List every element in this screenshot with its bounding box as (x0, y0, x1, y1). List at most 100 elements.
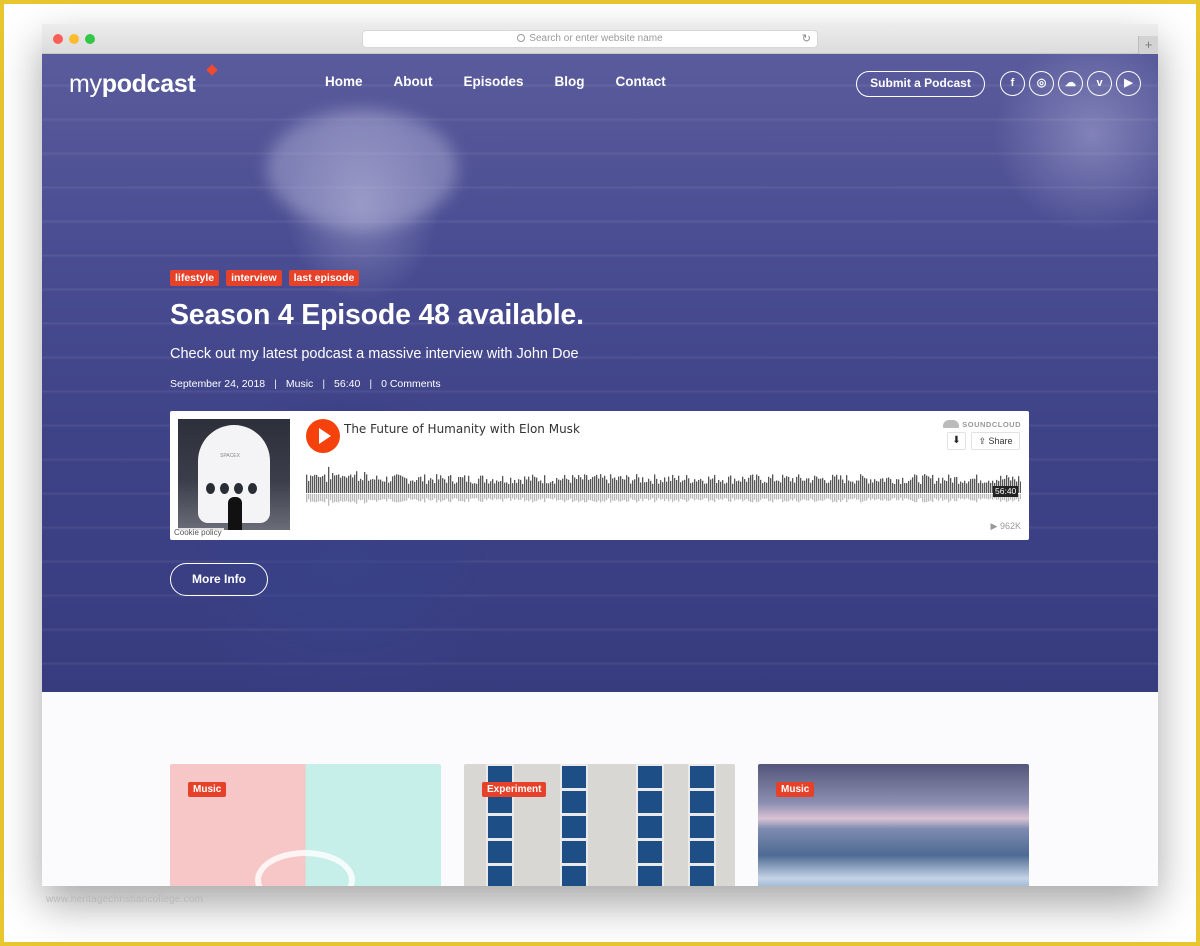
waveform-reflection-bar (582, 494, 584, 501)
minimize-window-button[interactable] (69, 34, 79, 44)
nav-home[interactable]: Home (325, 74, 363, 89)
waveform-reflection-bar (446, 494, 448, 499)
waveform-bar (578, 474, 580, 493)
waveform-bar (924, 474, 926, 493)
episode-card[interactable]: Music (758, 764, 1029, 886)
waveform-bar (538, 481, 540, 493)
waveform-reflection-bar (854, 494, 856, 499)
waveform-bar (412, 480, 414, 493)
new-tab-button[interactable]: + (1138, 36, 1158, 54)
nav-blog[interactable]: Blog (555, 74, 585, 89)
soundcloud-icon[interactable]: ☁ (1058, 71, 1083, 96)
waveform-bar (408, 483, 410, 493)
waveform-reflection-bar (602, 494, 604, 501)
waveform-reflection-bar (898, 494, 900, 501)
nav-episodes[interactable]: Episodes (464, 74, 524, 89)
waveform-bar (764, 481, 766, 493)
waveform-bar (540, 480, 542, 493)
waveform-bar (396, 474, 398, 493)
waveform-bar (618, 476, 620, 493)
nav-about[interactable]: About (394, 74, 433, 89)
waveform-bar (576, 479, 578, 493)
waveform-bar (522, 483, 524, 493)
vimeo-icon[interactable]: v (1087, 71, 1112, 96)
waveform-reflection-bar (456, 494, 458, 499)
waveform-bar (754, 480, 756, 493)
waveform-bar (928, 476, 930, 493)
tag-last-episode[interactable]: last episode (288, 270, 360, 286)
address-bar[interactable]: Search or enter website name ↻ (362, 30, 818, 48)
episode-card[interactable]: Experiment (464, 764, 735, 886)
waveform-reflection-bar (598, 494, 600, 501)
waveform-bar (394, 475, 396, 493)
waveform-reflection-bar (840, 494, 842, 502)
waveform-reflection-bar (542, 494, 544, 499)
waveform-bar (456, 482, 458, 493)
waveform-bar (762, 483, 764, 493)
waveform-bar (724, 483, 726, 493)
instagram-icon[interactable]: ◎ (1029, 71, 1054, 96)
track-title[interactable]: The Future of Humanity with Elon Musk (344, 422, 580, 436)
play-button[interactable] (306, 419, 340, 453)
waveform-reflection-bar (442, 494, 444, 501)
waveform-bar (678, 475, 680, 493)
download-button[interactable]: ⬇ (947, 432, 966, 450)
waveform-reflection-bar (726, 494, 728, 499)
waveform-bar (468, 475, 470, 493)
waveform-bar (530, 480, 532, 493)
card-tag[interactable]: Music (188, 782, 227, 797)
facebook-icon[interactable]: f (1000, 71, 1025, 96)
waveform-reflection-bar (972, 494, 974, 501)
waveform-bar (804, 480, 806, 493)
submit-podcast-button[interactable]: Submit a Podcast (856, 71, 985, 97)
waveform-bar (884, 481, 886, 493)
meta-comments[interactable]: 0 Comments (381, 378, 441, 390)
waveform-reflection-bar (1020, 494, 1021, 500)
waveform-reflection-bar (416, 494, 418, 500)
waveform-reflection-bar (762, 494, 764, 499)
waveform-reflection-bar (512, 494, 514, 499)
waveform-bar (848, 480, 850, 493)
waveform-bar (698, 479, 700, 493)
reload-icon[interactable]: ↻ (802, 31, 811, 47)
tag-interview[interactable]: interview (226, 270, 282, 286)
waveform-reflection-bar (610, 494, 612, 503)
more-info-button[interactable]: More Info (170, 563, 268, 596)
waveform-bar (346, 477, 348, 493)
share-button[interactable]: ⇪ Share (971, 432, 1020, 450)
youtube-icon[interactable]: ▶ (1116, 71, 1141, 96)
card-tag[interactable]: Experiment (482, 782, 547, 797)
waveform-bar (328, 466, 330, 493)
tag-lifestyle[interactable]: lifestyle (170, 270, 220, 286)
waveform-reflection-bar (944, 494, 946, 500)
cookie-policy-link[interactable]: Cookie policy (172, 528, 224, 537)
waveform-reflection-bar (810, 494, 812, 499)
waveform-reflection-bar (558, 494, 560, 501)
waveform-bar (670, 480, 672, 493)
nav-contact[interactable]: Contact (616, 74, 666, 89)
waveform-bar (876, 480, 878, 493)
waveform-reflection-bar (918, 494, 920, 499)
soundcloud-brand[interactable]: SOUNDCLOUD (943, 420, 1021, 429)
waveform-reflection-bar (822, 494, 824, 501)
waveform-reflection-bar (860, 494, 862, 503)
waveform-bar (440, 475, 442, 493)
meta-category[interactable]: Music (286, 378, 313, 390)
waveform-bar (652, 483, 654, 493)
site-logo[interactable]: mypodcast (69, 70, 196, 99)
waveform-reflection-bar (546, 494, 548, 499)
episode-card[interactable]: Music (170, 764, 441, 886)
waveform-reflection-bar (744, 494, 746, 501)
meta-duration: 56:40 (334, 378, 361, 390)
waveform-reflection-bar (428, 494, 430, 500)
waveform[interactable] (306, 459, 1021, 529)
waveform-bar (306, 474, 308, 493)
waveform-bar (502, 476, 504, 493)
waveform-reflection-bar (474, 494, 476, 499)
waveform-bar (864, 477, 866, 493)
waveform-reflection-bar (500, 494, 502, 500)
zoom-window-button[interactable] (85, 34, 95, 44)
waveform-bar (562, 478, 564, 493)
card-tag[interactable]: Music (776, 782, 815, 797)
close-window-button[interactable] (53, 34, 63, 44)
